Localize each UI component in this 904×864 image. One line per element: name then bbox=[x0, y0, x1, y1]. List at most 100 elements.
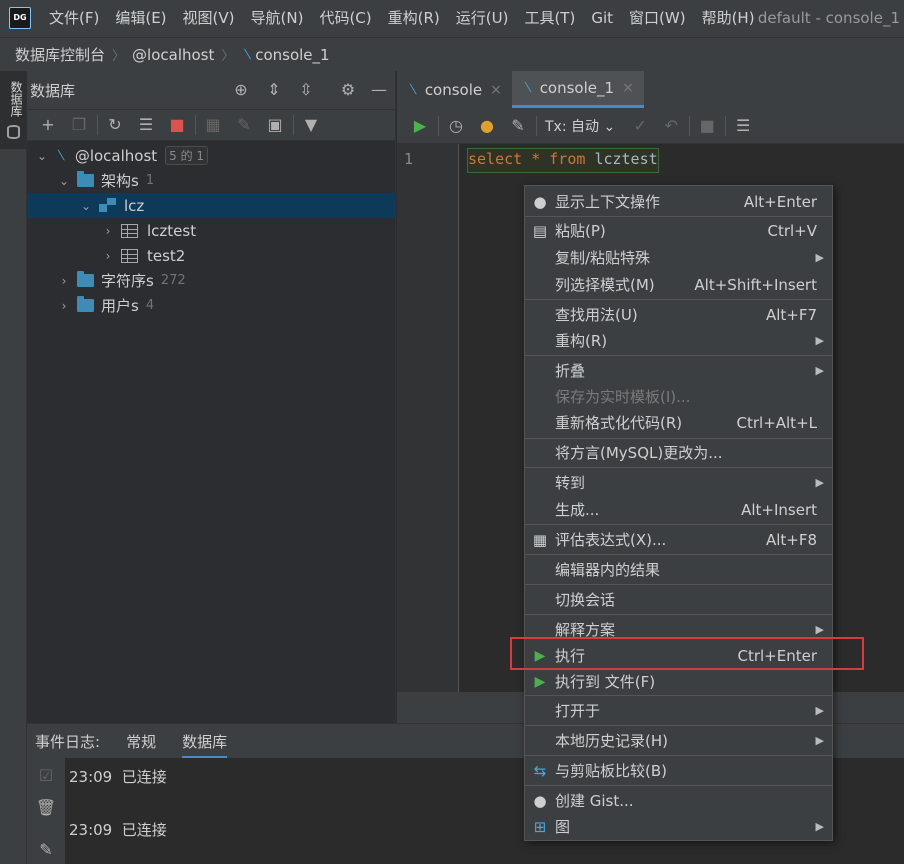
menu-item-diagram[interactable]: ⊞ 图 ▶ bbox=[525, 813, 832, 840]
menu-item-label: 创建 Gist... bbox=[555, 792, 634, 810]
menu-item-switch-session[interactable]: 切换会话 bbox=[525, 586, 832, 613]
menu-item-find-usages[interactable]: 查找用法(U) Alt+F7 bbox=[525, 301, 832, 328]
commit-icon[interactable]: ✓ bbox=[627, 114, 653, 138]
trash-icon[interactable]: 🗑 bbox=[33, 796, 59, 820]
crosshair-icon[interactable]: ⊕ bbox=[231, 80, 251, 100]
menu-run[interactable]: 运行(U) bbox=[448, 0, 517, 37]
filter-icon[interactable]: ▼ bbox=[298, 113, 324, 137]
parameters-icon[interactable]: ● bbox=[474, 114, 500, 138]
breadcrumb-console[interactable]: console_1 bbox=[255, 46, 329, 64]
folder-icon bbox=[77, 296, 94, 312]
query-console-icon[interactable]: ▣ bbox=[262, 113, 288, 137]
tree-item-collations[interactable]: › 字符序s 272 bbox=[27, 268, 395, 293]
tree-item-test2[interactable]: › test2 bbox=[27, 243, 395, 268]
chevron-right-icon: › bbox=[105, 223, 111, 238]
gear-icon[interactable]: ⚙ bbox=[338, 80, 358, 100]
tree-label: 用户s bbox=[101, 297, 139, 315]
menu-view[interactable]: 视图(V) bbox=[175, 0, 243, 37]
close-icon[interactable]: × bbox=[622, 80, 634, 96]
wrench-icon[interactable]: ✎ bbox=[33, 838, 59, 862]
menu-item-column-selection[interactable]: 列选择模式(M) Alt+Shift+Insert bbox=[525, 271, 832, 298]
wrench-icon[interactable]: ✎ bbox=[505, 114, 531, 138]
folder-icon bbox=[77, 171, 94, 187]
tree-item-localhost[interactable]: ⌄ ⟍ @localhost 5 的 1 bbox=[27, 143, 395, 168]
edit-icon[interactable]: ✎ bbox=[231, 113, 257, 137]
log-time: 23:09 bbox=[69, 768, 113, 786]
output-icon[interactable]: ☰ bbox=[730, 114, 756, 138]
menu-item-in-editor-results[interactable]: 编辑器内的结果 bbox=[525, 556, 832, 583]
tab-console-1[interactable]: ⟍ console_1 × bbox=[511, 71, 644, 108]
menu-separator bbox=[525, 695, 832, 696]
menu-item-change-dialect[interactable]: 将方言(MySQL)更改为... bbox=[525, 439, 832, 466]
menu-window[interactable]: 窗口(W) bbox=[621, 0, 694, 37]
menu-item-open-in[interactable]: 打开于 ▶ bbox=[525, 697, 832, 724]
menu-item-shortcut: Ctrl+Alt+L bbox=[736, 413, 818, 432]
stop-icon[interactable]: ■ bbox=[694, 114, 720, 138]
collapse-all-icon[interactable]: ⇳ bbox=[296, 80, 316, 100]
menu-edit[interactable]: 编辑(E) bbox=[107, 0, 174, 37]
refresh-icon[interactable]: ↻ bbox=[102, 113, 128, 137]
menu-git[interactable]: Git bbox=[583, 0, 621, 37]
properties-icon[interactable]: ☰ bbox=[133, 113, 159, 137]
tab-general[interactable]: 常规 bbox=[126, 731, 156, 752]
execute-icon[interactable]: ▶ bbox=[407, 114, 433, 138]
menu-help[interactable]: 帮助(H) bbox=[694, 0, 763, 37]
left-tool-strip: 数据库 bbox=[0, 71, 27, 864]
menu-item-folding[interactable]: 折叠 ▶ bbox=[525, 357, 832, 384]
expand-all-icon[interactable]: ⇕ bbox=[264, 80, 284, 100]
close-icon[interactable]: × bbox=[490, 82, 502, 98]
menu-item-label: 转到 bbox=[555, 474, 586, 492]
menu-item-refactor[interactable]: 重构(R) ▶ bbox=[525, 327, 832, 354]
menu-item-reformat-code[interactable]: 重新格式化代码(R) Ctrl+Alt+L bbox=[525, 409, 832, 436]
menu-item-create-gist[interactable]: ● 创建 Gist... bbox=[525, 787, 832, 814]
history-icon[interactable]: ◷ bbox=[443, 114, 469, 138]
code-line[interactable]: select * from lcztest bbox=[467, 148, 659, 173]
menu-item-local-history[interactable]: 本地历史记录(H) ▶ bbox=[525, 727, 832, 754]
stop-icon[interactable]: ■ bbox=[164, 113, 190, 137]
menu-item-label: 重新格式化代码(R) bbox=[555, 414, 683, 432]
add-icon[interactable]: + bbox=[35, 113, 61, 137]
breadcrumb-db-console[interactable]: 数据库控制台 bbox=[15, 44, 105, 65]
database-tool-tab[interactable]: 数据库 bbox=[0, 71, 27, 149]
menu-navigate[interactable]: 导航(N) bbox=[243, 0, 312, 37]
menu-item-evaluate-expression[interactable]: ▦ 评估表达式(X)... Alt+F8 bbox=[525, 526, 832, 553]
menu-item-copy-paste-special[interactable]: 复制/粘贴特殊 ▶ bbox=[525, 244, 832, 271]
tree-item-lcz[interactable]: ⌄ lcz bbox=[27, 193, 395, 218]
tab-console[interactable]: ⟍ console × bbox=[397, 71, 512, 108]
menu-item-show-context-actions[interactable]: ● 显示上下文操作 Alt+Enter bbox=[525, 188, 832, 215]
breadcrumb-localhost[interactable]: @localhost bbox=[132, 46, 214, 64]
menu-item-execute-to-file[interactable]: ▶ 执行到 文件(F) bbox=[525, 668, 832, 695]
submenu-arrow-icon: ▶ bbox=[815, 623, 824, 636]
rollback-icon[interactable]: ↶ bbox=[658, 114, 684, 138]
menu-item-go-to[interactable]: 转到 ▶ bbox=[525, 469, 832, 496]
chevron-right-icon: › bbox=[61, 298, 67, 313]
table-view-icon[interactable]: ▦ bbox=[200, 113, 226, 137]
calculator-icon: ▦ bbox=[532, 530, 548, 549]
mysql-icon: ⟍ bbox=[241, 46, 252, 63]
tab-database[interactable]: 数据库 bbox=[182, 731, 228, 759]
toolbar-divider bbox=[195, 115, 196, 135]
mark-read-icon[interactable]: ☑ bbox=[33, 764, 59, 788]
folder-icon bbox=[77, 271, 94, 287]
tree-item-users[interactable]: › 用户s 4 bbox=[27, 293, 395, 318]
duplicate-icon[interactable]: ❐ bbox=[66, 113, 92, 137]
sql-identifier: lcztest bbox=[594, 150, 658, 168]
menu-code[interactable]: 代码(C) bbox=[311, 0, 379, 37]
chevron-down-icon: ⌄ bbox=[80, 198, 92, 213]
menu-separator bbox=[525, 467, 832, 468]
tree-label: 字符序s bbox=[101, 272, 154, 290]
menu-item-compare-clipboard[interactable]: ⇆ 与剪贴板比较(B) bbox=[525, 757, 832, 784]
menu-item-label: 粘贴(P) bbox=[555, 222, 606, 240]
tree-item-schemas[interactable]: ⌄ 架构s 1 bbox=[27, 168, 395, 193]
menu-separator bbox=[525, 584, 832, 585]
transaction-mode-dropdown[interactable]: Tx: 自动 ⌄ bbox=[545, 116, 615, 136]
menu-item-label: 保存为实时模板(I)... bbox=[555, 388, 691, 406]
menu-item-generate[interactable]: 生成... Alt+Insert bbox=[525, 496, 832, 523]
menu-tools[interactable]: 工具(T) bbox=[516, 0, 583, 37]
tree-item-lcztest[interactable]: › lcztest bbox=[27, 218, 395, 243]
menu-file[interactable]: 文件(F) bbox=[41, 0, 107, 37]
minimize-icon[interactable]: — bbox=[369, 80, 389, 100]
menu-refactor[interactable]: 重构(R) bbox=[380, 0, 448, 37]
menu-item-paste[interactable]: ▤ 粘贴(P) Ctrl+V bbox=[525, 217, 832, 244]
window-title: default - console_1 bbox=[757, 9, 900, 27]
